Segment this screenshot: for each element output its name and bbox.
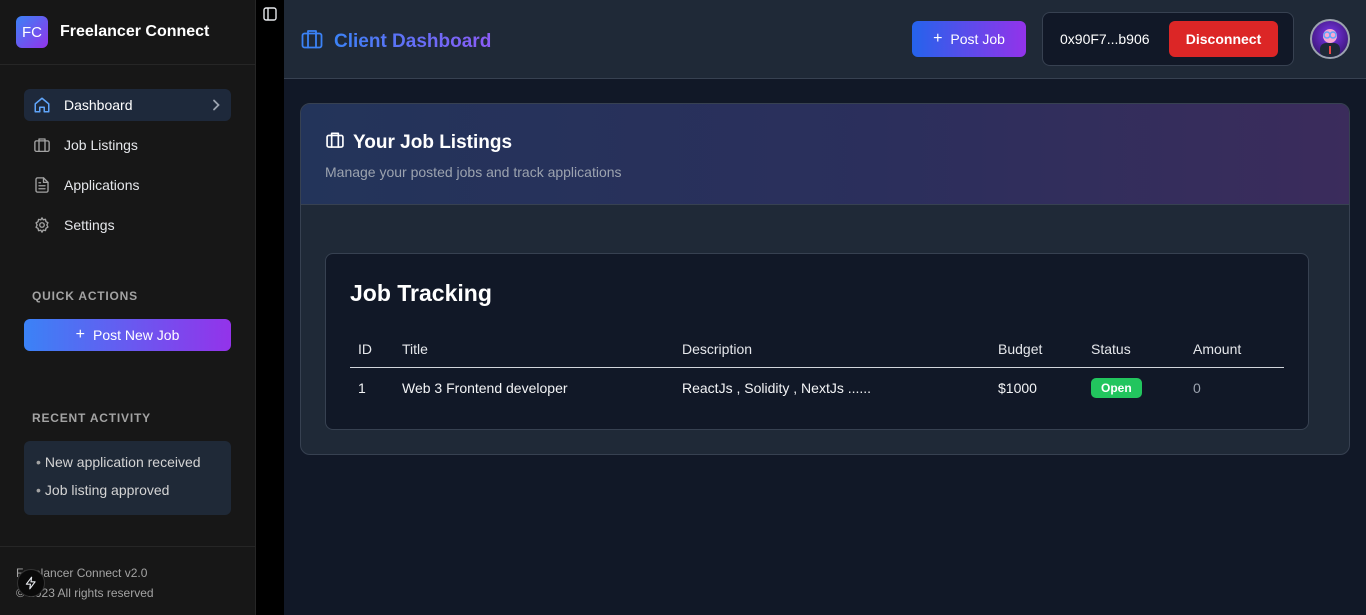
list-item: • Job listing approved xyxy=(36,482,170,498)
sidebar-item-dashboard[interactable]: Dashboard xyxy=(24,89,231,121)
home-icon xyxy=(32,95,52,115)
post-job-button[interactable]: + Post Job xyxy=(912,21,1026,57)
copyright-text: © 2023 All rights reserved xyxy=(16,586,154,600)
recent-activity-heading: RECENT ACTIVITY xyxy=(32,411,151,425)
sidebar-toggle-icon[interactable] xyxy=(263,7,277,21)
page-title-text: Client Dashboard xyxy=(334,30,492,52)
briefcase-icon xyxy=(325,130,345,155)
sidebar-nav: Dashboard Job Listings Applications Sett… xyxy=(0,65,255,241)
job-listings-card: Your Job Listings Manage your posted job… xyxy=(300,103,1350,455)
sidebar-footer: Freelancer Connect v2.0 © 2023 All right… xyxy=(0,546,256,615)
plus-icon: + xyxy=(75,326,85,343)
column-header: Amount xyxy=(1193,340,1242,357)
plus-icon: + xyxy=(933,30,943,47)
table-row[interactable]: 1 Web 3 Frontend developer ReactJs , Sol… xyxy=(350,368,1284,408)
column-header: Budget xyxy=(998,340,1043,357)
job-tracking-title: Job Tracking xyxy=(350,280,492,306)
status-badge: Open xyxy=(1091,378,1142,398)
brand: FC Freelancer Connect xyxy=(0,0,255,65)
column-header: ID xyxy=(358,340,372,357)
chevron-right-icon xyxy=(211,98,221,114)
brand-name: Freelancer Connect xyxy=(60,23,210,40)
column-header: Status xyxy=(1091,340,1131,357)
list-item: • New application received xyxy=(36,454,201,470)
sidebar-item-label: Dashboard xyxy=(64,97,133,113)
post-new-job-label: Post New Job xyxy=(92,327,180,343)
version-text: Freelancer Connect v2.0 xyxy=(16,566,148,580)
post-new-job-button[interactable]: + Post New Job xyxy=(24,319,231,351)
sidebar-item-label: Job Listings xyxy=(64,137,138,153)
quick-actions-heading: QUICK ACTIONS xyxy=(32,289,138,303)
job-amount: 0 xyxy=(1193,380,1201,396)
file-text-icon xyxy=(32,175,52,195)
brand-logo: FC xyxy=(16,16,48,48)
sidebar-item-label: Settings xyxy=(64,217,115,233)
wallet-panel: 0x90F7...b906 Disconnect xyxy=(1042,12,1294,66)
avatar[interactable] xyxy=(1310,19,1350,59)
job-description: ReactJs , Solidity , NextJs ...... xyxy=(682,380,872,396)
job-tracking-panel: Job Tracking ID Title Description Budget… xyxy=(325,253,1309,430)
job-title: Web 3 Frontend developer xyxy=(402,380,568,396)
bolt-icon[interactable] xyxy=(17,569,45,597)
sidebar-item-applications[interactable]: Applications xyxy=(24,169,231,201)
wallet-address: 0x90F7...b906 xyxy=(1060,31,1150,47)
post-job-label: Post Job xyxy=(950,31,1005,47)
recent-activity-panel: • New application received • Job listing a… xyxy=(24,441,231,515)
briefcase-icon xyxy=(300,27,324,56)
job-budget: $1000 xyxy=(998,380,1037,396)
sidebar-item-job-listings[interactable]: Job Listings xyxy=(24,129,231,161)
sidebar-item-label: Applications xyxy=(64,177,140,193)
sidebar: FC Freelancer Connect Dashboard Job List… xyxy=(0,0,256,615)
briefcase-icon xyxy=(32,135,52,155)
sidebar-item-settings[interactable]: Settings xyxy=(24,209,231,241)
job-id: 1 xyxy=(358,380,366,396)
job-listings-title: Your Job Listings xyxy=(353,131,513,153)
page-title: Client Dashboard xyxy=(300,27,491,56)
column-header: Description xyxy=(682,340,753,357)
top-header: Client Dashboard + Post Job 0x90F7...b90… xyxy=(284,0,1366,79)
job-listings-subtitle: Manage your posted jobs and track applic… xyxy=(325,164,622,180)
column-header: Title xyxy=(402,340,428,357)
sidebar-rail xyxy=(256,0,284,615)
table-header-row: ID Title Description Budget Status Amoun… xyxy=(350,330,1284,368)
job-listings-header: Your Job Listings Manage your posted job… xyxy=(301,104,1349,205)
disconnect-button[interactable]: Disconnect xyxy=(1169,21,1278,57)
job-tracking-table: ID Title Description Budget Status Amoun… xyxy=(350,330,1284,408)
gear-icon xyxy=(32,215,52,235)
